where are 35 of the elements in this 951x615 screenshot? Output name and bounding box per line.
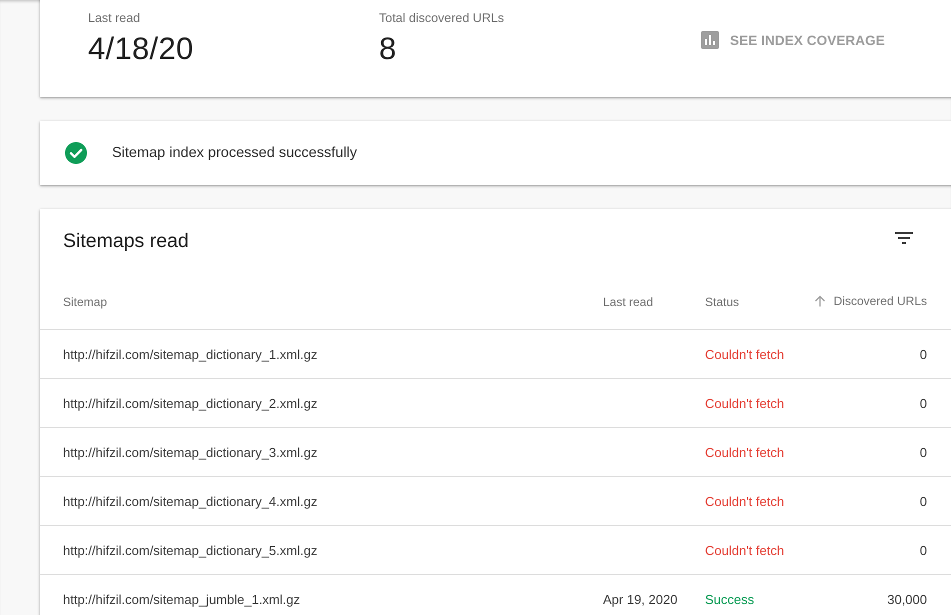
- up-arrow-icon: [814, 295, 826, 307]
- stat-value: 4/18/20: [88, 31, 194, 67]
- column-header[interactable]: Last read: [603, 294, 654, 308]
- status-text: Couldn't fetch: [705, 444, 784, 460]
- check-circle-icon: [65, 142, 87, 164]
- see-index-coverage-button[interactable]: SEE INDEX COVERAGE: [701, 31, 885, 49]
- sitemap-url: http://hifzil.com/sitemap_dictionary_1.xml.gz: [63, 346, 318, 362]
- discovered-urls-count: 0: [920, 542, 927, 558]
- discovered-urls-count: 0: [920, 346, 927, 362]
- status-message: Sitemap index processed successfully: [112, 145, 358, 161]
- sitemap-url: http://hifzil.com/sitemap_dictionary_5.xml.gz: [63, 542, 318, 558]
- table-title: Sitemaps read: [63, 230, 189, 252]
- stat-label: Total discovered URLs: [379, 11, 504, 25]
- last-read-date: Apr 19, 2020: [603, 592, 678, 606]
- column-header[interactable]: Sitemap: [63, 294, 108, 308]
- sitemap-url: http://hifzil.com/sitemap_jumble_1.xml.gz: [63, 592, 300, 606]
- stat-label: Last read: [88, 11, 140, 25]
- status-text: Couldn't fetch: [705, 346, 784, 362]
- stat-value: 8: [379, 31, 397, 67]
- column-header[interactable]: Status: [705, 294, 740, 308]
- status-text: Couldn't fetch: [705, 494, 784, 508]
- sitemap-url: http://hifzil.com/sitemap_dictionary_4.xml.gz: [63, 494, 318, 508]
- column-header[interactable]: Discovered URLs: [814, 294, 927, 308]
- filter-button[interactable]: [895, 232, 913, 244]
- sitemap-url: http://hifzil.com/sitemap_dictionary_3.xml.gz: [63, 444, 318, 460]
- filter-icon: [895, 232, 913, 244]
- discovered-urls-count: 0: [920, 396, 927, 410]
- discovered-urls-count: 30,000: [887, 592, 927, 606]
- discovered-urls-count: 0: [920, 494, 927, 508]
- sitemap-url: http://hifzil.com/sitemap_dictionary_2.xml.gz: [63, 396, 318, 410]
- status-text: Couldn't fetch: [705, 396, 784, 410]
- bar-chart-icon: [701, 31, 719, 49]
- status-text: Couldn't fetch: [705, 542, 784, 558]
- status-text: Success: [705, 592, 754, 606]
- discovered-urls-count: 0: [920, 444, 927, 460]
